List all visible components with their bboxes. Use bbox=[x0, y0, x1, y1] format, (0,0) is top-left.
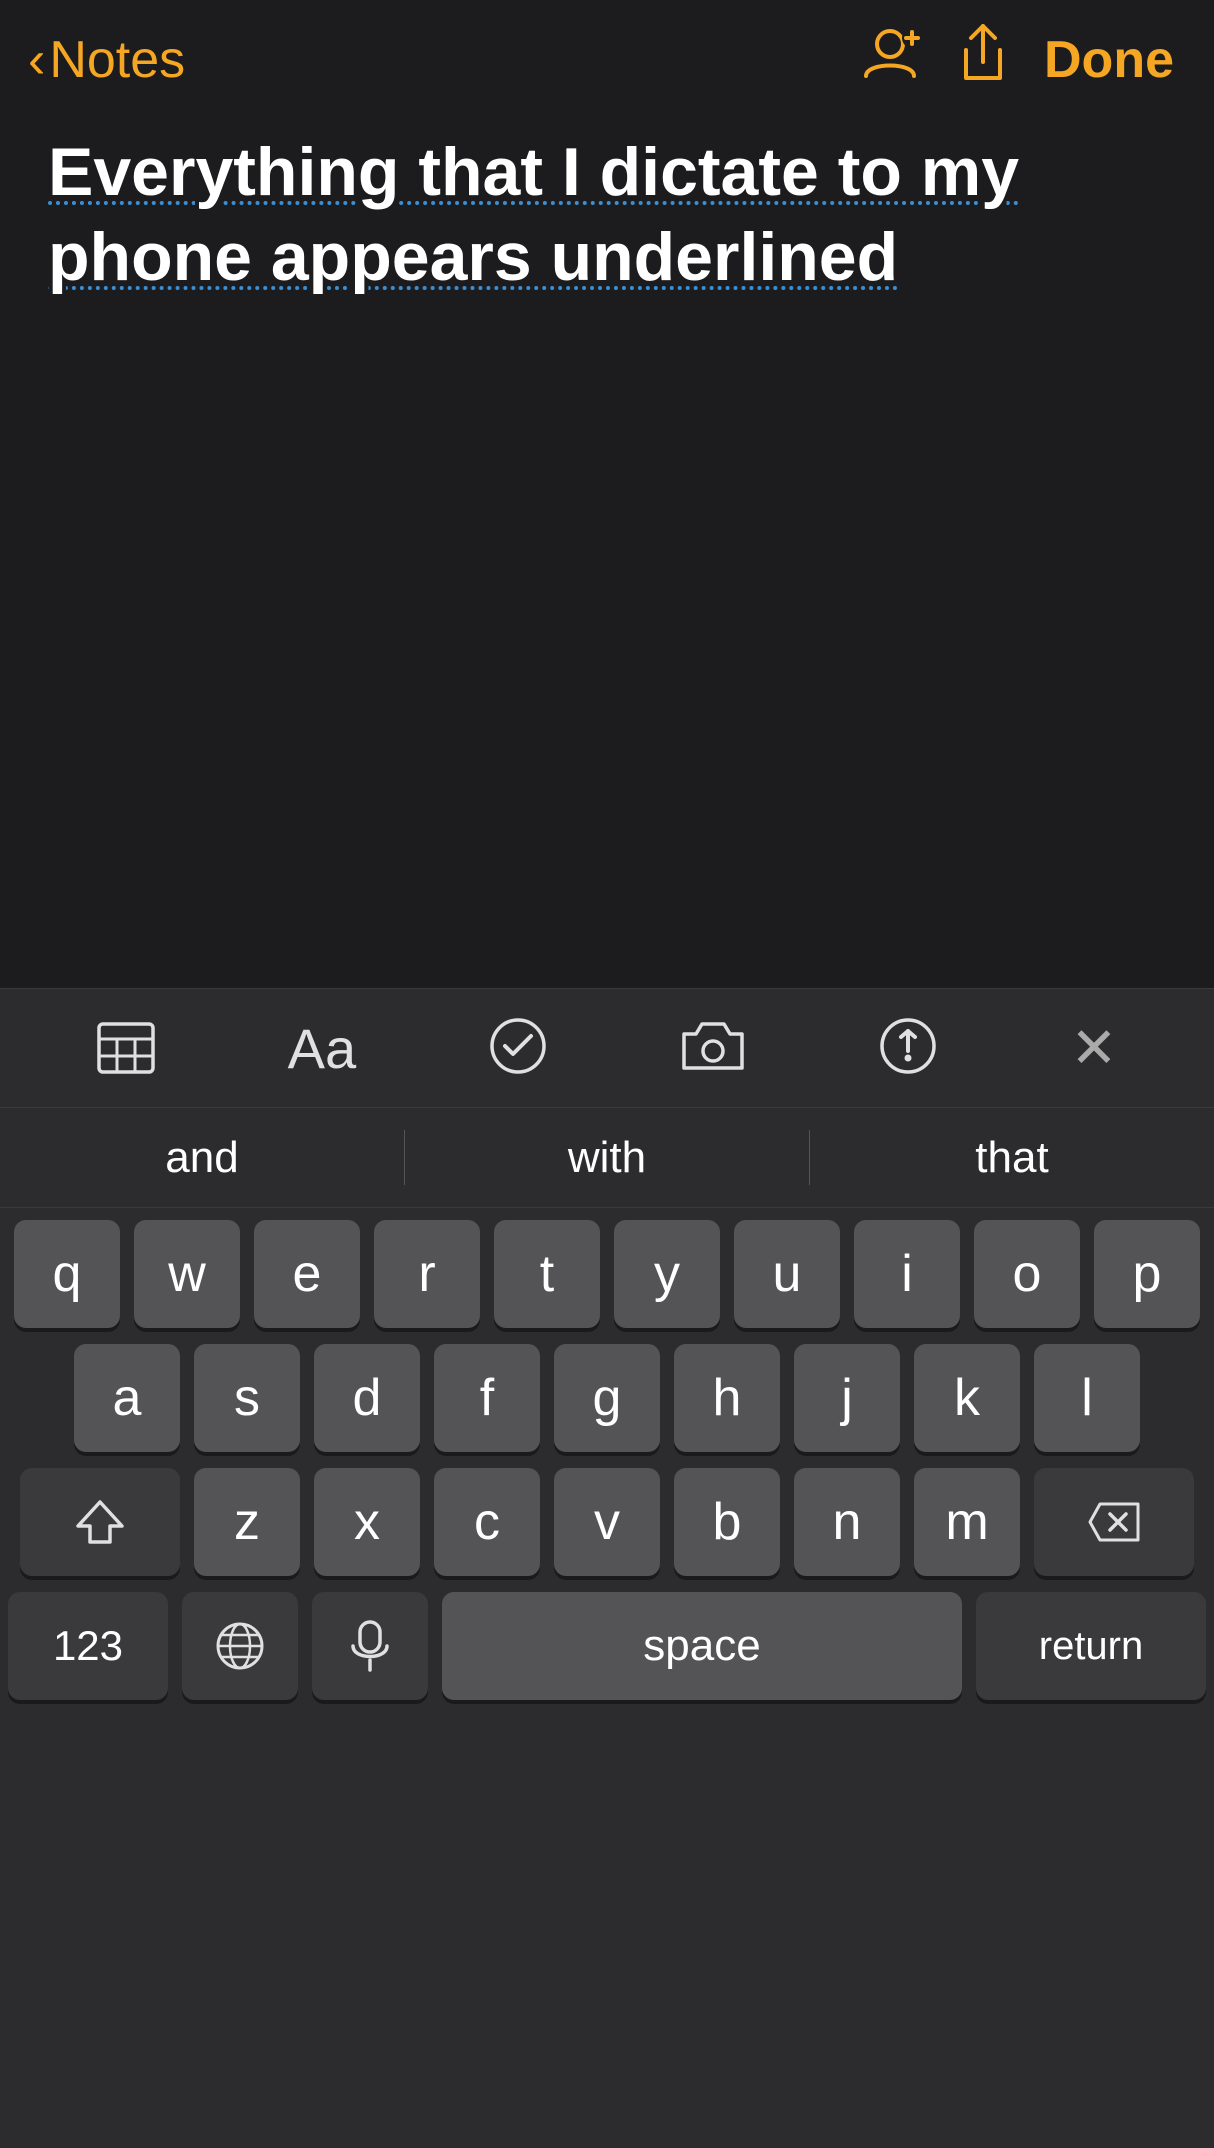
keyboard-row-4: 123 space return bbox=[8, 1592, 1206, 1700]
key-numbers[interactable]: 123 bbox=[8, 1592, 168, 1700]
checklist-icon[interactable] bbox=[489, 1017, 547, 1080]
note-content-area[interactable]: Everything that I dictate to my phone ap… bbox=[0, 110, 1214, 1108]
key-d[interactable]: d bbox=[314, 1344, 420, 1452]
camera-icon[interactable] bbox=[680, 1018, 746, 1079]
key-x[interactable]: x bbox=[314, 1468, 420, 1576]
share-icon[interactable] bbox=[958, 24, 1008, 97]
text-format-icon[interactable]: Aa bbox=[288, 1016, 357, 1081]
key-j[interactable]: j bbox=[794, 1344, 900, 1452]
suggestions-row: and with that bbox=[0, 1108, 1214, 1208]
back-button[interactable]: ‹ Notes bbox=[28, 30, 185, 90]
key-a[interactable]: a bbox=[74, 1344, 180, 1452]
key-q[interactable]: q bbox=[14, 1220, 120, 1328]
key-c[interactable]: c bbox=[434, 1468, 540, 1576]
key-k[interactable]: k bbox=[914, 1344, 1020, 1452]
keyboard-row-1: q w e r t y u i o p bbox=[8, 1220, 1206, 1328]
key-r[interactable]: r bbox=[374, 1220, 480, 1328]
key-microphone[interactable] bbox=[312, 1592, 428, 1700]
back-label: Notes bbox=[49, 30, 185, 90]
key-z[interactable]: z bbox=[194, 1468, 300, 1576]
key-u[interactable]: u bbox=[734, 1220, 840, 1328]
key-p[interactable]: p bbox=[1094, 1220, 1200, 1328]
header: ‹ Notes Done bbox=[0, 0, 1214, 110]
key-globe[interactable] bbox=[182, 1592, 298, 1700]
key-w[interactable]: w bbox=[134, 1220, 240, 1328]
key-b[interactable]: b bbox=[674, 1468, 780, 1576]
note-title[interactable]: Everything that I dictate to my phone ap… bbox=[48, 130, 1166, 300]
key-o[interactable]: o bbox=[974, 1220, 1080, 1328]
key-return[interactable]: return bbox=[976, 1592, 1206, 1700]
back-chevron-icon: ‹ bbox=[28, 34, 45, 86]
key-t[interactable]: t bbox=[494, 1220, 600, 1328]
keyboard-row-3: z x c v b n m bbox=[8, 1468, 1206, 1576]
key-f[interactable]: f bbox=[434, 1344, 540, 1452]
done-button[interactable]: Done bbox=[1044, 30, 1174, 90]
key-g[interactable]: g bbox=[554, 1344, 660, 1452]
keyboard-row-2: a s d f g h j k l bbox=[8, 1344, 1206, 1452]
markup-icon[interactable] bbox=[879, 1017, 937, 1080]
keyboard: q w e r t y u i o p a s d f g h j k l z … bbox=[0, 1208, 1214, 2148]
key-y[interactable]: y bbox=[614, 1220, 720, 1328]
table-icon[interactable] bbox=[97, 1022, 155, 1074]
key-m[interactable]: m bbox=[914, 1468, 1020, 1576]
key-h[interactable]: h bbox=[674, 1344, 780, 1452]
add-collaborator-icon[interactable] bbox=[862, 26, 922, 94]
format-toolbar: Aa ✕ bbox=[0, 988, 1214, 1108]
key-l[interactable]: l bbox=[1034, 1344, 1140, 1452]
key-n[interactable]: n bbox=[794, 1468, 900, 1576]
key-shift[interactable] bbox=[20, 1468, 180, 1576]
key-delete[interactable] bbox=[1034, 1468, 1194, 1576]
suggestion-with[interactable]: with bbox=[405, 1123, 809, 1193]
key-e[interactable]: e bbox=[254, 1220, 360, 1328]
key-i[interactable]: i bbox=[854, 1220, 960, 1328]
header-actions: Done bbox=[862, 24, 1174, 97]
key-space[interactable]: space bbox=[442, 1592, 962, 1700]
key-s[interactable]: s bbox=[194, 1344, 300, 1452]
suggestion-that[interactable]: that bbox=[810, 1123, 1214, 1193]
close-icon[interactable]: ✕ bbox=[1071, 1015, 1118, 1081]
suggestion-and[interactable]: and bbox=[0, 1123, 404, 1193]
key-v[interactable]: v bbox=[554, 1468, 660, 1576]
